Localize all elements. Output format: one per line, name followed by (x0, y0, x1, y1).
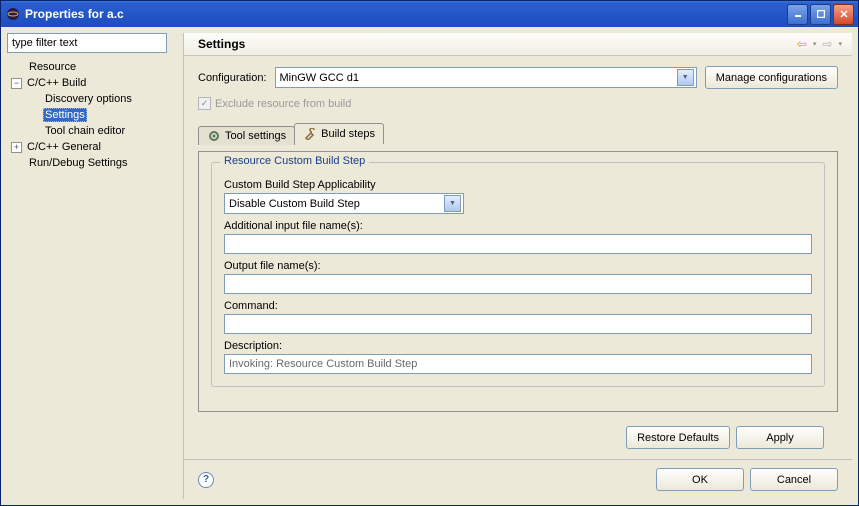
cancel-button[interactable]: Cancel (750, 468, 838, 491)
forward-icon: ⇨ (822, 37, 832, 51)
back-menu-icon[interactable]: ▾ (813, 40, 817, 48)
eclipse-icon (5, 6, 21, 22)
tree-item-toolchain[interactable]: Tool chain editor (7, 123, 181, 139)
main-panel: Settings ⇦ ▾ ⇨ ▾ Configuration: MinGW GCC … (183, 33, 852, 499)
tree-item-rundebug[interactable]: Run/Debug Settings (7, 155, 181, 171)
tree-item-settings[interactable]: Settings (7, 107, 181, 123)
window-title: Properties for a.c (25, 7, 787, 21)
sidebar: Resource −C/C++ Build Discovery options … (7, 33, 181, 499)
inputs-label: Additional input file name(s): (224, 220, 812, 232)
inputs-field[interactable] (224, 234, 812, 254)
custom-build-group: Resource Custom Build Step Custom Build … (211, 162, 825, 387)
help-icon[interactable]: ? (198, 472, 214, 488)
configuration-label: Configuration: (198, 72, 267, 84)
minimize-button[interactable] (787, 4, 808, 25)
description-label: Description: (224, 340, 812, 352)
nav-tree: Resource −C/C++ Build Discovery options … (7, 57, 181, 499)
chevron-down-icon[interactable]: ▼ (444, 195, 461, 212)
group-title: Resource Custom Build Step (220, 155, 369, 167)
collapse-icon[interactable]: − (11, 78, 22, 89)
checkbox-icon: ✓ (198, 97, 211, 110)
description-field[interactable] (224, 354, 812, 374)
build-steps-panel: Resource Custom Build Step Custom Build … (198, 151, 838, 412)
gear-icon (207, 129, 221, 143)
configuration-select[interactable]: MinGW GCC d1 ▼ (275, 67, 697, 88)
forward-menu-icon: ▾ (838, 40, 842, 48)
applicability-select[interactable]: Disable Custom Build Step ▼ (224, 193, 464, 214)
close-button[interactable] (833, 4, 854, 25)
expand-icon[interactable]: + (11, 142, 22, 153)
restore-defaults-button[interactable]: Restore Defaults (626, 426, 730, 449)
maximize-button[interactable] (810, 4, 831, 25)
manage-configurations-button[interactable]: Manage configurations (705, 66, 838, 89)
applicability-label: Custom Build Step Applicability (224, 179, 812, 191)
section-header: Settings ⇦ ▾ ⇨ ▾ (184, 33, 852, 56)
wrench-icon (303, 127, 317, 141)
tab-tool-settings[interactable]: Tool settings (198, 126, 295, 145)
apply-button[interactable]: Apply (736, 426, 824, 449)
command-label: Command: (224, 300, 812, 312)
properties-dialog: Properties for a.c Resource −C/C++ Build… (0, 0, 859, 506)
outputs-label: Output file name(s): (224, 260, 812, 272)
exclude-label: Exclude resource from build (215, 98, 351, 110)
page-title: Settings (198, 37, 245, 51)
filter-input[interactable] (7, 33, 167, 53)
tree-item-cgeneral[interactable]: +C/C++ General (7, 139, 181, 155)
chevron-down-icon[interactable]: ▼ (677, 69, 694, 86)
tree-item-resource[interactable]: Resource (7, 59, 181, 75)
tree-item-discovery[interactable]: Discovery options (7, 91, 181, 107)
titlebar[interactable]: Properties for a.c (1, 1, 858, 27)
exclude-checkbox: ✓ Exclude resource from build (198, 97, 838, 110)
tab-build-steps[interactable]: Build steps (294, 123, 384, 144)
tree-item-cbuild[interactable]: −C/C++ Build (7, 75, 181, 91)
tab-bar: Tool settings Build steps (198, 122, 838, 143)
ok-button[interactable]: OK (656, 468, 744, 491)
dialog-footer: ? OK Cancel (184, 459, 852, 499)
command-field[interactable] (224, 314, 812, 334)
back-icon[interactable]: ⇦ (797, 37, 807, 51)
outputs-field[interactable] (224, 274, 812, 294)
